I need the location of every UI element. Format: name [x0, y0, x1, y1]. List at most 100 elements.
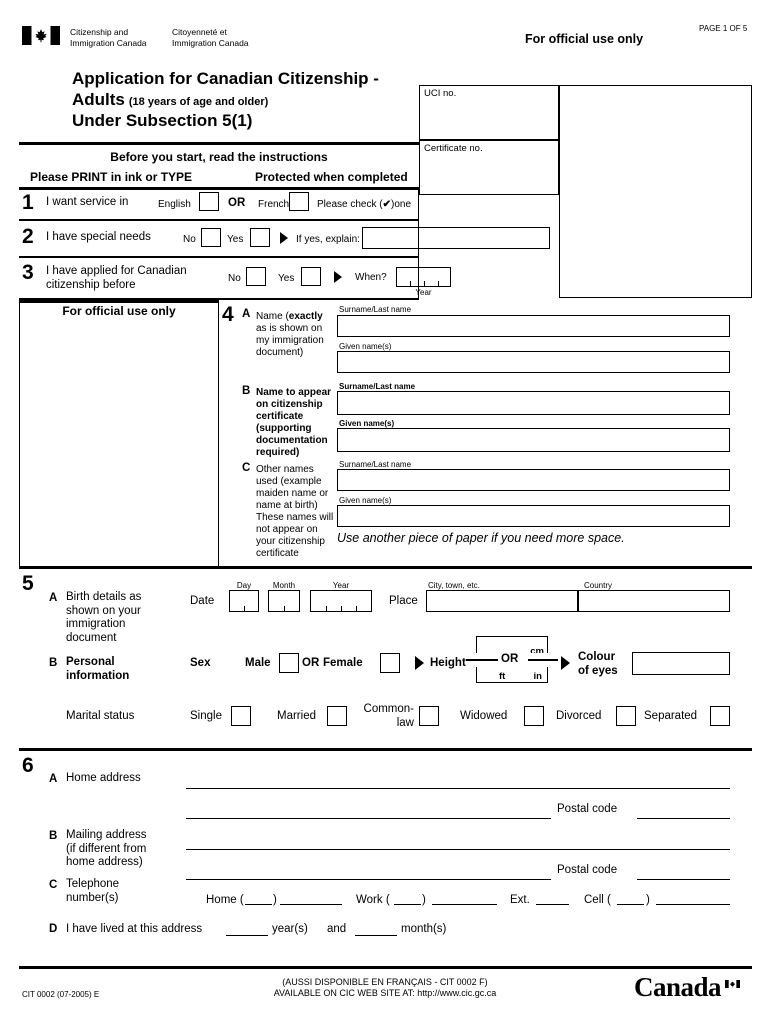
- q6-d-months-input[interactable]: [355, 934, 397, 936]
- q6-c-home-number-input[interactable]: [280, 903, 342, 905]
- q5-b-eyes-input[interactable]: [632, 652, 730, 675]
- q5-a-country-input[interactable]: [578, 590, 730, 612]
- department-name-english: Citizenship and Immigration Canada: [70, 27, 170, 48]
- certificate-no-box[interactable]: Certificate no.: [419, 140, 559, 195]
- q2-yes-checkbox[interactable]: [250, 228, 270, 247]
- official-use-box-right[interactable]: [559, 85, 752, 298]
- q2-explain-input[interactable]: [362, 227, 550, 249]
- q5-marital-label: Marital status: [66, 710, 135, 722]
- q6-c-ext-input[interactable]: [536, 903, 569, 905]
- q5-a-description: Birth details as shown on your immigrati…: [66, 591, 176, 645]
- question-2-number: 2: [22, 225, 34, 248]
- q5-marital-married-checkbox[interactable]: [327, 706, 347, 726]
- q3-no-label: No: [228, 273, 241, 284]
- q6-a-postal-input[interactable]: [637, 817, 730, 819]
- dept-fr-line2: Immigration Canada: [172, 37, 249, 48]
- q4-a-given-input[interactable]: [337, 351, 730, 373]
- q4-c-letter: C: [242, 462, 251, 474]
- q4-b-given-label: Given name(s): [339, 419, 395, 428]
- uci-no-box[interactable]: UCI no.: [419, 85, 559, 140]
- q1-english-label: English: [158, 199, 191, 210]
- question-1-number: 1: [22, 191, 34, 214]
- q4-a-letter: A: [242, 308, 251, 320]
- official-use-box-left[interactable]: [19, 300, 219, 566]
- q5-a-place-label: Place: [389, 595, 418, 607]
- q2-no-label: No: [183, 234, 196, 245]
- q1-french-label: French: [258, 199, 290, 210]
- q5-b-description: Personal information: [66, 656, 176, 683]
- q6-d-letter: D: [49, 923, 58, 935]
- q5-commonlaw-line1: Common-: [363, 703, 414, 715]
- q4-c-line5: These names will: [256, 512, 334, 523]
- q6-c-cell-number-input[interactable]: [656, 903, 730, 905]
- q5-marital-single-checkbox[interactable]: [231, 706, 251, 726]
- q6-c-cell-area-input[interactable]: [617, 903, 644, 905]
- q6-b-letter: B: [49, 830, 58, 842]
- q6-b-postal-label: Postal code: [557, 864, 618, 876]
- q6-a-address-line2-input[interactable]: [186, 817, 551, 819]
- q5-marital-separated-label: Separated: [644, 710, 698, 722]
- q-strip-right-border: [418, 187, 419, 299]
- before-you-start-note: Before you start, read the instructions: [110, 150, 328, 164]
- q6-c-home-area-input[interactable]: [245, 903, 272, 905]
- q6-c-description: Telephone number(s): [66, 878, 186, 905]
- q5-a-line3: immigration: [66, 618, 126, 630]
- q5-a-day-input[interactable]: [229, 590, 259, 612]
- q6-c-work-area-input[interactable]: [394, 903, 421, 905]
- q6-b-address-line2-input[interactable]: [186, 878, 551, 880]
- q6-d-years-input[interactable]: [226, 934, 268, 936]
- footer-notes: (AUSSI DISPONIBLE EN FRANÇAIS - CIT 0002…: [180, 977, 590, 999]
- q3-year-input[interactable]: [396, 267, 451, 287]
- q5-b-eyes-arrow-icon: [561, 656, 570, 675]
- q4-b-surname-input[interactable]: [337, 391, 730, 415]
- q3-no-checkbox[interactable]: [246, 267, 266, 286]
- question-6-number: 6: [22, 754, 34, 777]
- q2-no-checkbox[interactable]: [201, 228, 221, 247]
- q6-c-home-paren-close: ): [273, 894, 277, 906]
- q5-marital-separated-checkbox[interactable]: [710, 706, 730, 726]
- q6-c-work-number-input[interactable]: [432, 903, 497, 905]
- q6-c-work-paren-close: ): [422, 894, 426, 906]
- q5-a-year-input[interactable]: [310, 590, 372, 612]
- q1-english-checkbox[interactable]: [199, 192, 219, 211]
- q1-french-checkbox[interactable]: [289, 192, 309, 211]
- q5-a-line2: shown on your: [66, 604, 141, 617]
- canada-wordmark-flag-icon: [725, 975, 740, 993]
- q4-b-line5: documentation: [256, 435, 328, 446]
- q6-a-address-line1-input[interactable]: [186, 787, 730, 789]
- q4-c-surname-input[interactable]: [337, 469, 730, 491]
- q5-b-letter: B: [49, 657, 58, 669]
- page-indicator: PAGE 1 OF 5: [699, 24, 748, 33]
- canada-flag-icon: [22, 26, 60, 45]
- q5-b-male-checkbox[interactable]: [279, 653, 299, 673]
- q4-a-line3: my immigration: [256, 335, 324, 346]
- q4-b-line1: Name to appear: [256, 387, 332, 398]
- q5-marital-commonlaw-checkbox[interactable]: [419, 706, 439, 726]
- q4-b-line6: required): [256, 447, 300, 458]
- q5-a-city-input[interactable]: [426, 590, 578, 612]
- q3-yes-label: Yes: [278, 273, 295, 284]
- q4-b-given-input[interactable]: [337, 428, 730, 452]
- q4-a-given-label: Given name(s): [339, 342, 392, 351]
- q4-c-line6: not appear on: [256, 524, 318, 535]
- q3-text-line2: citizenship before: [46, 278, 136, 291]
- q5-marital-divorced-checkbox[interactable]: [616, 706, 636, 726]
- q5-b-eyes-line2: of eyes: [578, 664, 618, 677]
- q6-c-home-label: Home (: [206, 894, 244, 906]
- q6-b-address-line1-input[interactable]: [186, 848, 730, 850]
- q6-c-work-label: Work (: [356, 894, 390, 906]
- q6-b-description: Mailing address (if different from home …: [66, 829, 186, 870]
- q5-b-female-checkbox[interactable]: [380, 653, 400, 673]
- q5-b-in-unit: in: [533, 671, 542, 682]
- q5-marital-widowed-checkbox[interactable]: [524, 706, 544, 726]
- q5-a-country-label: Country: [584, 581, 613, 590]
- q5-a-month-input[interactable]: [268, 590, 300, 612]
- q3-yes-checkbox[interactable]: [301, 267, 321, 286]
- protected-notice: Protected when completed: [255, 170, 408, 184]
- page-title-line1: Application for Canadian Citizenship -: [72, 69, 379, 88]
- q4-a-surname-input[interactable]: [337, 315, 730, 337]
- q2-divider: [19, 256, 419, 258]
- q4-c-given-input[interactable]: [337, 505, 730, 527]
- q5-commonlaw-line2: law: [396, 716, 414, 729]
- q6-b-postal-input[interactable]: [637, 878, 730, 880]
